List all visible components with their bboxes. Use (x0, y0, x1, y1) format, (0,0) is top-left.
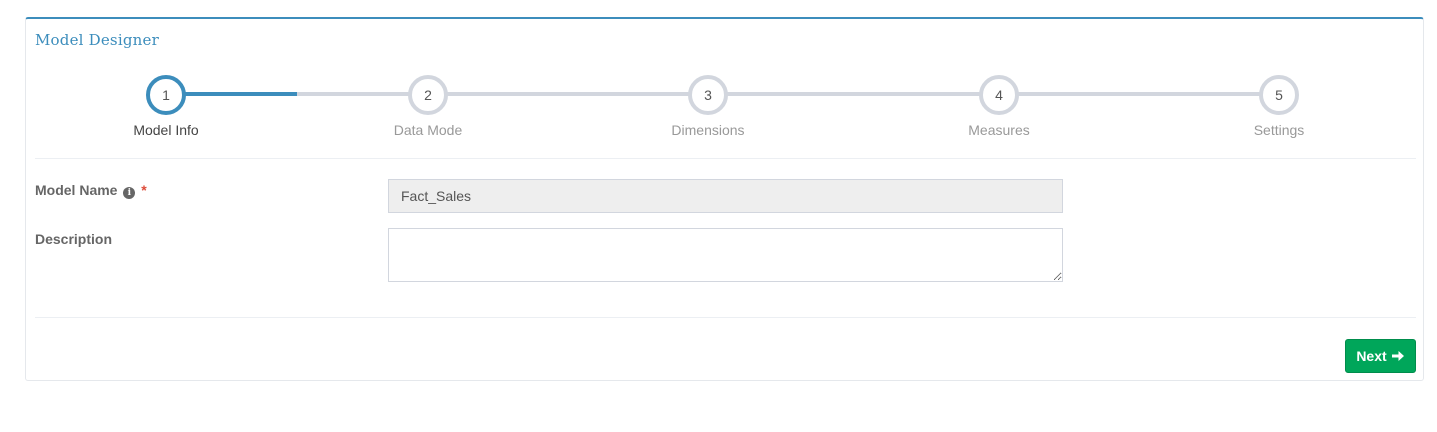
model-name-label: Model Name (35, 182, 118, 198)
next-button-label: Next (1356, 348, 1387, 364)
next-button[interactable]: Next (1345, 339, 1416, 373)
step-settings[interactable]: 5 Settings (1179, 75, 1379, 138)
arrow-right-icon (1391, 351, 1404, 361)
model-name-label-group: Model Name i * (35, 182, 147, 199)
stepper-divider (35, 158, 1416, 159)
step-label: Dimensions (671, 122, 745, 138)
step-measures[interactable]: 4 Measures (899, 75, 1099, 138)
step-number: 5 (1259, 75, 1299, 115)
model-designer-panel: Model Designer 1 Model Info 2 Data Mode … (25, 17, 1424, 381)
step-label: Measures (968, 122, 1030, 138)
info-circle-icon[interactable]: i (123, 187, 136, 199)
description-textarea[interactable] (388, 228, 1063, 282)
step-label: Settings (1253, 122, 1305, 138)
description-label: Description (35, 231, 113, 247)
required-marker: * (141, 182, 147, 198)
form-footer-divider (35, 317, 1416, 318)
step-number: 3 (688, 75, 728, 115)
step-dimensions[interactable]: 3 Dimensions (608, 75, 808, 138)
step-label: Model Info (133, 122, 199, 138)
model-name-input[interactable]: Fact_Sales (388, 179, 1063, 213)
step-label: Data Mode (393, 122, 463, 138)
step-number: 1 (146, 75, 186, 115)
wizard-stepper: 1 Model Info 2 Data Mode 3 Dimensions 4 … (26, 19, 1425, 159)
step-number: 4 (979, 75, 1019, 115)
step-data-mode[interactable]: 2 Data Mode (328, 75, 528, 138)
step-number: 2 (408, 75, 448, 115)
step-model-info[interactable]: 1 Model Info (66, 75, 266, 138)
